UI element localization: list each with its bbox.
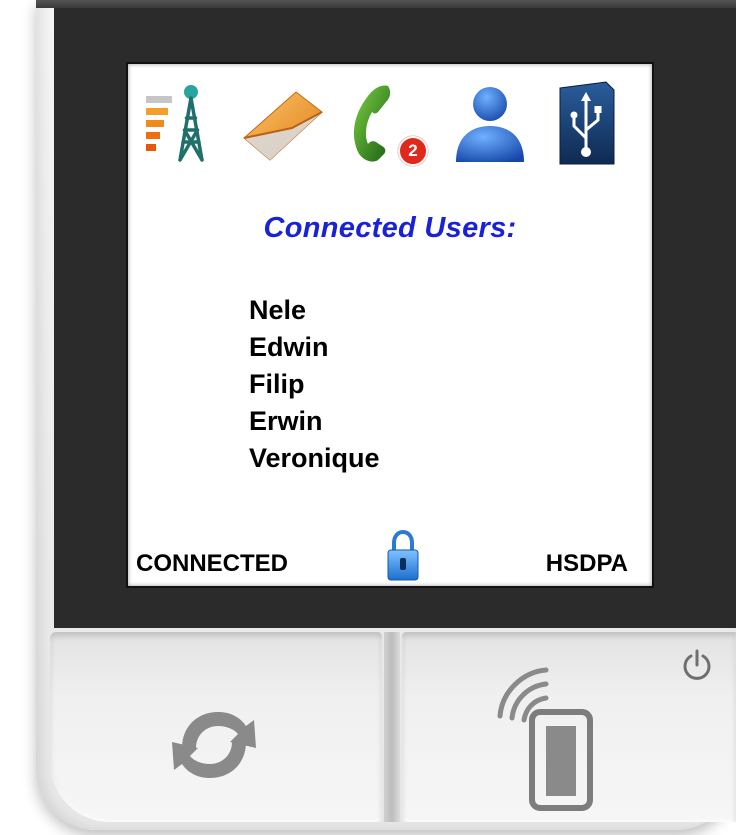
connected-users-list: Nele Edwin Filip Erwin Veronique bbox=[249, 292, 380, 477]
network-type: HSDPA bbox=[545, 550, 628, 577]
list-item: Erwin bbox=[249, 406, 323, 436]
list-item: Veronique bbox=[249, 443, 380, 473]
refresh-button[interactable] bbox=[50, 632, 382, 822]
connection-status: CONNECTED bbox=[136, 550, 289, 577]
power-icon[interactable] bbox=[680, 648, 714, 682]
list-item: Nele bbox=[249, 295, 307, 325]
signal-tower-icon bbox=[146, 85, 204, 162]
mail-envelope-icon bbox=[243, 91, 323, 161]
connected-users-title: Connected Users: bbox=[263, 212, 517, 244]
list-item: Edwin bbox=[249, 332, 329, 362]
list-item: Filip bbox=[249, 369, 305, 399]
refresh-icon bbox=[172, 712, 256, 778]
notification-badge: 2 bbox=[398, 136, 428, 166]
device-screen: 2 Connected Users: Nele Edwin Filip Erwi… bbox=[126, 62, 654, 588]
device-top-edge bbox=[36, 0, 736, 8]
lock-icon bbox=[387, 530, 419, 581]
user-icon bbox=[456, 87, 524, 162]
button-divider bbox=[384, 632, 400, 822]
nfc-phone-icon bbox=[497, 667, 593, 811]
usb-icon bbox=[559, 81, 615, 165]
